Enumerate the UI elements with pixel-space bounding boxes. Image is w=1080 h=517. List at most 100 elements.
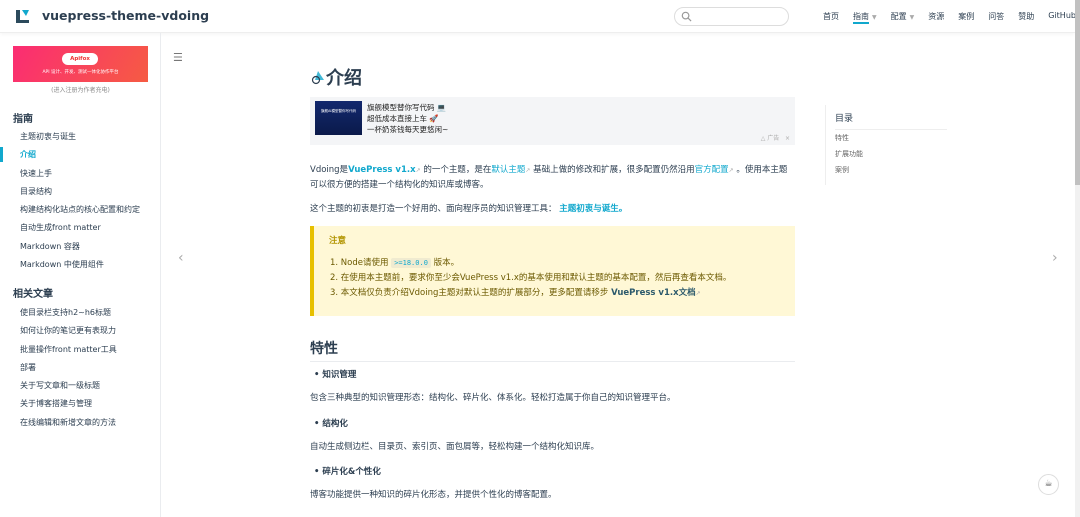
text: 结构化 [322,419,348,429]
sidebar-item[interactable]: 自动生成front matter [20,222,140,240]
ad-slogan: API 设计、开发、测试一体化协作平台 [42,70,119,75]
sidebar-item[interactable]: 在线编辑和新增文章的方法 [20,417,117,435]
origin-link[interactable]: 主题初衷与诞生。 [559,204,627,214]
vuepress-link[interactable]: VuePress v1.x [348,165,416,175]
purpose-paragraph: 这个主题的初衷是打造一个好用的、面向程序员的知识管理工具： 主题初衷与诞生。 [310,202,795,217]
nav-label: 赞助 [1018,12,1035,21]
nav-cases[interactable]: 案例 [958,11,974,22]
menu-toggle-icon[interactable]: ☰ [173,51,183,64]
close-icon[interactable]: × [785,135,790,142]
warning-list: 1. Node请使用 >=18.0.0 版本。 2. 在使用本主题前，要求你至少… [330,256,731,301]
features-heading: 特性 [310,338,795,362]
nav-label: 配置 [890,12,907,21]
sidebar: Apifox API 设计、开发、测试一体化协作平台 (进入注册为作者充电) 指… [0,33,161,517]
ad-label: △ 广告 × [761,133,790,142]
toc-item[interactable]: 扩展功能 [835,149,863,159]
node-version-code: >=18.0.0 [391,258,431,268]
toc-item[interactable]: 案例 [835,165,849,175]
ad-line: 旗舰模型替你写代码 💻 [367,103,447,112]
sidebar-group-guide[interactable]: 指南 [13,110,33,125]
table-of-contents: 目录 特性 扩展功能 案例 [825,105,947,185]
default-theme-link[interactable]: 默认主题 [491,165,525,175]
sidebar-item[interactable]: 关于写文章和一级标题 [20,380,117,398]
feature-title: • 结构化 [314,419,348,429]
ad-image-text: 旗舰AI模型替你写代码 [321,109,356,113]
scrollbar[interactable] [1075,0,1080,517]
nav-home[interactable]: 首页 [823,11,839,22]
ad-note[interactable]: (进入注册为作者充电) [13,85,148,94]
sidebar-item[interactable]: 快速上手 [20,168,140,186]
ad-text: 旗舰模型替你写代码 💻 超低成本直接上车 🚀 一杯奶茶钱每天更悠闲~ [367,102,448,135]
warning-block: 注意 1. Node请使用 >=18.0.0 版本。 2. 在使用本主题前，要求… [310,226,795,316]
prev-page-arrow-icon[interactable]: ‹ [178,250,184,266]
cup-icon: ☕ [1044,479,1053,489]
sidebar-group-related[interactable]: 相关文章 [13,285,53,300]
ad-image[interactable]: 旗舰AI模型替你写代码 [315,101,362,135]
sidebar-item[interactable]: 如何让你的笔记更有表现力 [20,325,117,343]
text: 的一个主题，是在 [420,165,492,175]
sidebar-item[interactable]: 使目录栏支持h2~h6标题 [20,307,117,325]
sidebar-list: 主题初衷与诞生 介绍 快速上手 目录结构 构建结构化站点的核心配置和约定 自动生… [20,131,140,277]
toc-title: 目录 [835,111,947,130]
nav-label: 首页 [823,12,839,21]
site-title[interactable]: vuepress-theme-vdoing [42,8,209,23]
ad-banner[interactable]: 旗舰AI模型替你写代码 旗舰模型替你写代码 💻 超低成本直接上车 🚀 一杯奶茶钱… [310,97,795,145]
next-page-arrow-icon[interactable]: › [1052,250,1058,266]
nav-label: GitHub [1048,11,1076,20]
warning-title: 注意 [329,236,347,246]
nav-label: 案例 [958,12,975,21]
feature-desc: 博客功能提供一种知识的碎片化形态，并提供个性化的博客配置。 [310,490,557,500]
logo-icon[interactable] [15,8,31,24]
nav-guide[interactable]: 指南 ▼ [853,11,877,24]
scrollbar-thumb[interactable] [1075,0,1080,185]
sidebar-item[interactable]: 批量操作front matter工具 [20,344,117,362]
warning-item: 2. 在使用本主题前，要求你至少会VuePress v1.x的基本使用和默认主题… [330,273,732,283]
text: 3. 本文档仅负责介绍Vdoing主题对默认主题的扩展部分，更多配置请移步 [330,288,612,298]
nav-qa[interactable]: 问答 [988,11,1004,22]
ad-line: 一杯奶茶钱每天更悠闲~ [367,125,449,134]
nav-label: 指南 [853,12,869,24]
text: 知识管理 [322,370,357,380]
sidebar-item[interactable]: 目录结构 [20,186,140,204]
nav-links: 首页 指南▼ 配置▼ 资源 案例 问答 赞助 GitHub ↗ [823,11,1080,24]
feature-desc: 包含三种典型的知识管理形态：结构化、碎片化、体系化。轻松打造属于你自己的知识管理… [310,393,676,403]
sidebar-item[interactable]: Markdown 中使用组件 [20,259,140,277]
chevron-down-icon: ▼ [872,14,877,21]
text: 基础上做的修改和扩展，很多配置仍然沿用 [530,165,695,175]
nav-label: 资源 [928,12,945,21]
search-input[interactable] [674,7,789,26]
ad-tag: △ 广告 [760,135,780,142]
theme-mode-button[interactable]: ☕ [1038,474,1059,495]
page-title: 介绍 [310,64,362,90]
top-navbar: vuepress-theme-vdoing 首页 指南 ▼ 配置 ▼ 资源 案例 问… [0,0,1080,33]
text: 这个主题的初衷是打造一个好用的、面向程序员的知识管理工具： [310,204,557,214]
sidebar-item[interactable]: Markdown 容器 [20,241,140,259]
text: 碎片化&个性化 [322,467,381,477]
nav-label: 问答 [988,12,1005,21]
sidebar-item[interactable]: 关于博客搭建与管理 [20,398,117,416]
intro-paragraph: Vdoing是VuePress v1.x↗ 的一个主题，是在默认主题↗ 基础上做… [310,163,795,193]
active-indicator [0,147,3,162]
text: 1. Node请使用 [330,258,392,268]
vuepress-docs-link[interactable]: VuePress v1.x文档 [611,288,696,298]
feature-desc: 自动生成侧边栏、目录页、索引页、面包屑等，轻松构建一个结构化知识库。 [310,442,600,452]
text: Vdoing是 [310,165,349,175]
sidebar-item[interactable]: 构建结构化站点的核心配置和约定 [20,204,140,222]
feature-title: • 碎片化&个性化 [314,467,381,477]
sponsor-banner[interactable]: Apifox API 设计、开发、测试一体化协作平台 [13,46,148,82]
nav-sponsor[interactable]: 赞助 [1018,11,1034,22]
nav-config[interactable]: 配置 ▼ [891,11,915,22]
official-config-link[interactable]: 官方配置 [695,165,729,175]
title-icon [311,71,324,85]
sidebar-item[interactable]: 主题初衷与诞生 [20,131,140,149]
warning-item: 3. 本文档仅负责介绍Vdoing主题对默认主题的扩展部分，更多配置请移步 Vu… [330,286,731,301]
nav-resources[interactable]: 资源 [928,11,944,22]
feature-title: • 知识管理 [314,370,357,380]
text: 版本。 [430,258,460,268]
warning-item: 1. Node请使用 >=18.0.0 版本。 [330,256,731,271]
sidebar-item-active[interactable]: 介绍 [20,149,140,167]
apifox-logo: Apifox [62,53,98,65]
toc-item[interactable]: 特性 [835,133,849,143]
sidebar-item[interactable]: 部署 [20,362,117,380]
search-icon [681,11,692,22]
